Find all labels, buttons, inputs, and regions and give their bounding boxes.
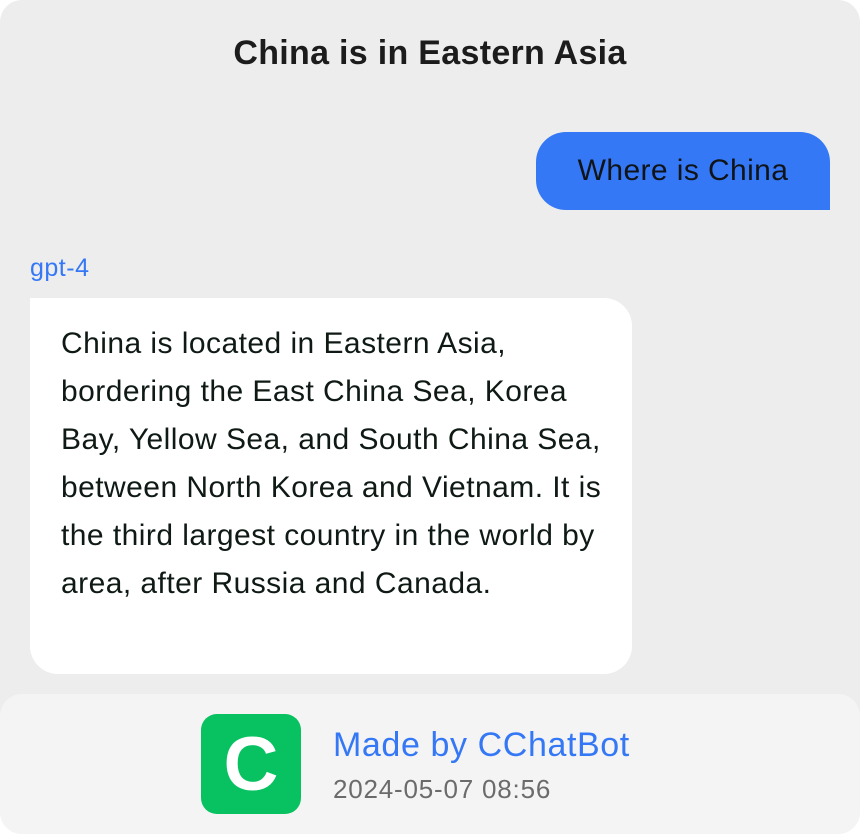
bot-message-bubble: China is located in Eastern Asia, border… xyxy=(30,298,632,674)
timestamp: 2024-05-07 08:56 xyxy=(333,774,552,804)
chat-share-card: China is in Eastern Asia Where is China … xyxy=(0,0,860,834)
logo-letter: C xyxy=(223,722,279,807)
page-title: China is in Eastern Asia xyxy=(233,34,627,72)
brand-label: Made by CChatBot xyxy=(333,726,630,764)
cchatbot-logo-icon: C xyxy=(201,714,301,814)
user-message-bubble: Where is China xyxy=(536,132,830,210)
model-label: gpt-4 xyxy=(30,254,90,282)
footer: C Made by CChatBot 2024-05-07 08:56 xyxy=(0,694,860,834)
bot-message-text: China is located in Eastern Asia, border… xyxy=(61,327,602,600)
user-message-text: Where is China xyxy=(577,154,789,187)
